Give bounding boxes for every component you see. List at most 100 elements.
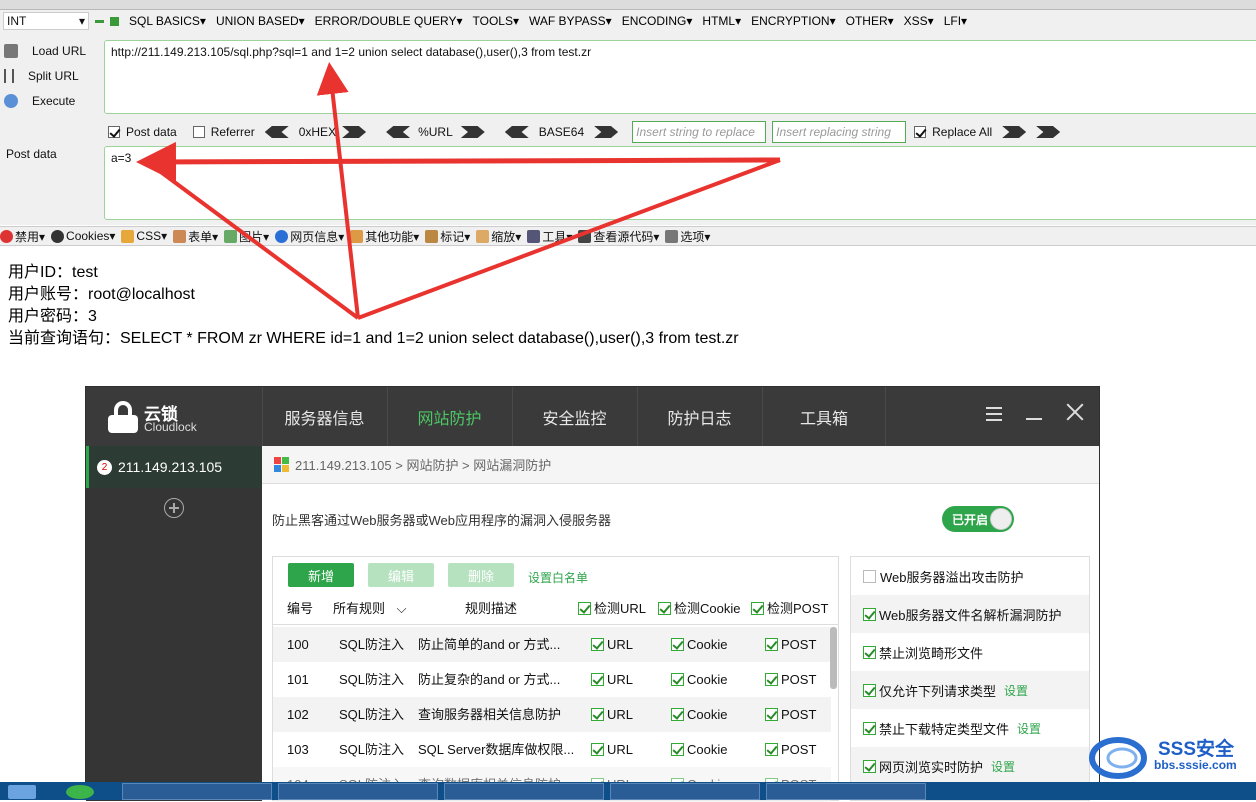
settings-link[interactable]: 设置 <box>1017 720 1041 737</box>
type-select[interactable]: INT ▾ <box>3 12 89 30</box>
tb-images[interactable]: 图片▾ <box>224 228 269 245</box>
nav-protection-log[interactable]: 防护日志 <box>637 387 761 446</box>
delete-button[interactable]: 删除 <box>448 563 514 587</box>
option-item[interactable]: 禁止下载特定类型文件 设置 <box>851 709 1089 747</box>
tb-outline[interactable]: 标记▾ <box>425 228 470 245</box>
taskbar-item[interactable] <box>122 783 272 800</box>
url-decode-icon[interactable] <box>386 126 411 138</box>
option-item[interactable]: Web服务器溢出攻击防护 <box>851 557 1089 595</box>
taskbar-item[interactable] <box>278 783 438 800</box>
option-checkbox[interactable] <box>863 759 876 773</box>
edit-button[interactable]: 编辑 <box>368 563 434 587</box>
option-checkbox[interactable] <box>863 721 876 735</box>
close-icon[interactable] <box>1066 403 1084 421</box>
execute-button[interactable]: Execute <box>4 90 102 112</box>
url-encode-icon[interactable] <box>460 126 485 138</box>
taskbar-item[interactable] <box>766 783 926 800</box>
menu-encryption[interactable]: ENCRYPTION▾ <box>751 14 835 28</box>
menu-lfi[interactable]: LFI▾ <box>944 14 967 28</box>
tb-tools[interactable]: 工具▾ <box>527 228 572 245</box>
option-checkbox[interactable] <box>863 683 876 697</box>
url-checkbox[interactable] <box>591 743 604 756</box>
option-item[interactable]: 禁止浏览畸形文件 <box>851 633 1089 671</box>
plus-icon[interactable] <box>110 16 119 26</box>
replace-all-go-icon[interactable] <box>1036 126 1061 138</box>
minus-icon[interactable] <box>95 19 104 23</box>
replace-string-input[interactable]: Insert string to replace <box>632 121 767 143</box>
col-post[interactable]: 检测POST <box>751 593 828 625</box>
tb-cookies[interactable]: Cookies▾ <box>51 229 115 243</box>
nav-security-monitor[interactable]: 安全监控 <box>512 387 636 446</box>
tb-options[interactable]: 选项▾ <box>665 228 710 245</box>
option-checkbox[interactable] <box>863 569 876 583</box>
whitelist-link[interactable]: 设置白名单 <box>528 569 588 586</box>
option-item[interactable]: 仅允许下列请求类型 设置 <box>851 671 1089 709</box>
tb-forms[interactable]: 表单▾ <box>173 228 218 245</box>
taskbar-item[interactable] <box>444 783 604 800</box>
menu-encoding[interactable]: ENCODING▾ <box>622 14 693 28</box>
taskbar-item[interactable] <box>610 783 760 800</box>
replacing-string-input[interactable]: Insert replacing string <box>772 121 907 143</box>
table-row[interactable]: 101 SQL防注入 防止复杂的and or 方式... URL Cookie … <box>273 662 831 697</box>
nav-server-info[interactable]: 服务器信息 <box>262 387 386 446</box>
tb-resize[interactable]: 缩放▾ <box>476 228 521 245</box>
post-checkbox[interactable] <box>765 743 778 756</box>
tb-view-source[interactable]: 查看源代码▾ <box>578 228 659 245</box>
start-button[interactable] <box>8 785 36 799</box>
referrer-checkbox[interactable] <box>192 126 205 138</box>
menu-html[interactable]: HTML▾ <box>702 14 741 28</box>
nav-toolbox[interactable]: 工具箱 <box>762 387 886 446</box>
load-url-button[interactable]: Load URL <box>4 40 102 62</box>
table-row[interactable]: 102 SQL防注入 查询服务器相关信息防护 URL Cookie POST <box>273 697 831 732</box>
post-checkbox[interactable] <box>765 708 778 721</box>
cookie-checkbox[interactable] <box>671 673 684 686</box>
nav-website-protection[interactable]: 网站防护 <box>387 387 511 446</box>
menu-union-based[interactable]: UNION BASED▾ <box>216 14 305 28</box>
replace-go-icon[interactable] <box>1002 126 1027 138</box>
col-cookie[interactable]: 检测Cookie <box>658 593 740 625</box>
add-server-icon[interactable] <box>164 498 184 518</box>
add-button[interactable]: 新增 <box>288 563 354 587</box>
base64-encode-icon[interactable] <box>594 126 619 138</box>
minimize-icon[interactable] <box>1026 418 1042 420</box>
url-checkbox[interactable] <box>591 638 604 651</box>
menu-sql-basics[interactable]: SQL BASICS▾ <box>129 14 206 28</box>
menu-tools[interactable]: TOOLS▾ <box>473 14 519 28</box>
base64-decode-icon[interactable] <box>504 126 529 138</box>
menu-other[interactable]: OTHER▾ <box>846 14 894 28</box>
post-data-checkbox[interactable] <box>108 126 120 138</box>
url-checkbox[interactable] <box>591 708 604 721</box>
option-item[interactable]: Web服务器文件名解析漏洞防护 <box>851 595 1089 633</box>
menu-xss[interactable]: XSS▾ <box>904 14 934 28</box>
url-checkbox[interactable] <box>591 673 604 686</box>
cookie-checkbox[interactable] <box>671 708 684 721</box>
menu-waf-bypass[interactable]: WAF BYPASS▾ <box>529 14 612 28</box>
post-checkbox[interactable] <box>765 638 778 651</box>
protection-toggle[interactable]: 已开启 <box>942 506 1014 532</box>
cookie-checkbox[interactable] <box>671 638 684 651</box>
table-row[interactable]: 100 SQL防注入 防止简单的and or 方式... URL Cookie … <box>273 627 831 662</box>
url-textarea[interactable]: http://211.149.213.105/sql.php?sql=1 and… <box>104 40 1256 114</box>
col-rule[interactable]: 所有规则 ⌵ <box>333 593 407 625</box>
menu-icon[interactable] <box>986 407 1002 421</box>
hex-encode-icon[interactable] <box>342 126 367 138</box>
post-data-textarea[interactable]: a=3 <box>104 146 1256 220</box>
cookie-checkbox[interactable] <box>671 743 684 756</box>
option-checkbox[interactable] <box>863 645 876 659</box>
hex-decode-icon[interactable] <box>264 126 289 138</box>
tb-css[interactable]: CSS▾ <box>121 229 167 243</box>
table-row[interactable]: 103 SQL防注入 SQL Server数据库做权限... URL Cooki… <box>273 732 831 767</box>
post-checkbox[interactable] <box>765 673 778 686</box>
taskbar-app-icon[interactable] <box>66 785 94 799</box>
col-url[interactable]: 检测URL <box>578 593 646 625</box>
settings-link[interactable]: 设置 <box>1004 682 1028 699</box>
tb-disable[interactable]: 禁用▾ <box>0 228 45 245</box>
split-url-button[interactable]: Split URL <box>4 65 102 87</box>
replace-all-checkbox[interactable] <box>914 126 927 138</box>
table-scrollbar[interactable] <box>830 627 837 689</box>
tb-misc[interactable]: 其他功能▾ <box>350 228 419 245</box>
settings-link[interactable]: 设置 <box>991 758 1015 775</box>
menu-error-query[interactable]: ERROR/DOUBLE QUERY▾ <box>315 14 463 28</box>
server-item[interactable]: 2 211.149.213.105 <box>86 446 262 488</box>
option-item[interactable]: 网页浏览实时防护 设置 <box>851 747 1089 785</box>
